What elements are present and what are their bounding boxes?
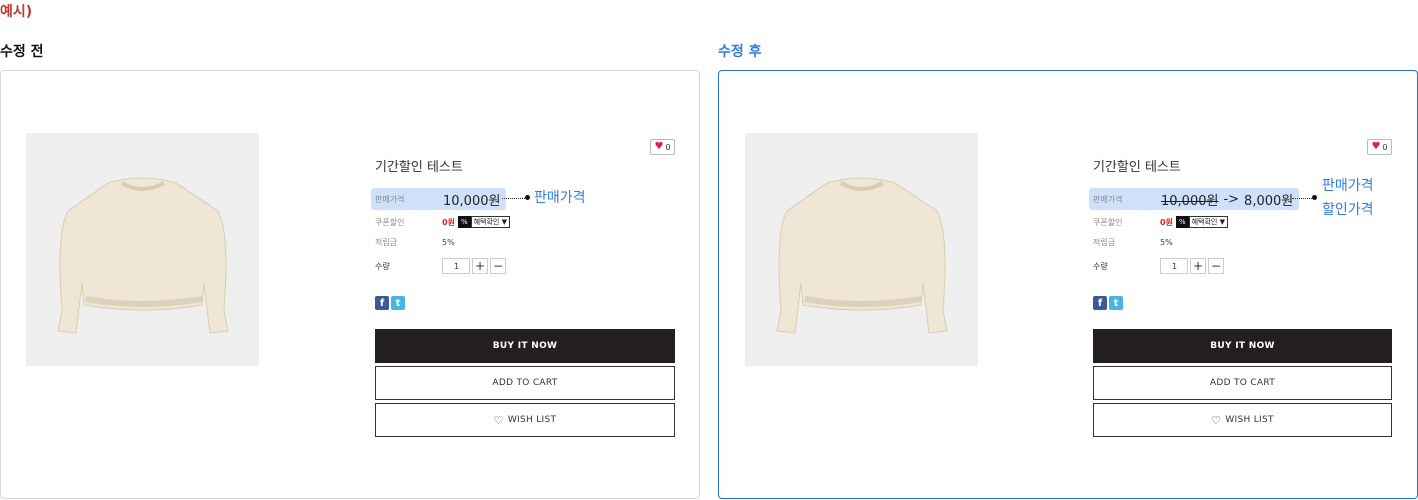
price-value: 10,000원 [443, 193, 501, 209]
wish-list-button[interactable]: ♡ WISH LIST [375, 403, 675, 437]
coupon-label: 쿠폰할인 [1093, 217, 1123, 227]
product-name: 기간할인 테스트 [375, 160, 463, 175]
coupon-percent-badge: % [457, 216, 471, 228]
price-original: 10,000원 [1161, 193, 1219, 209]
heart-icon: ♥ [1371, 141, 1381, 152]
quantity-plus-button[interactable]: + [472, 258, 488, 274]
section-title-before: 수정 전 [0, 44, 44, 60]
quantity-row: 수량 1 + − [375, 258, 506, 274]
quantity-input[interactable]: 1 [442, 258, 470, 274]
coupon-row: 쿠폰할인 0원 % 혜택확인 ▼ [375, 215, 510, 229]
like-button[interactable]: ♥ 0 [1367, 139, 1392, 155]
quantity-plus-button[interactable]: + [1190, 258, 1206, 274]
price-row: 판매가격 10,000원 [371, 188, 507, 210]
coupon-percent-badge: % [1175, 216, 1189, 228]
social-share: f t [1093, 296, 1123, 310]
callout-price: 판매가격 할인가격 [1322, 174, 1374, 222]
coupon-benefit-select[interactable]: 혜택확인 ▼ [1188, 216, 1228, 228]
price-label: 판매가격 [375, 194, 405, 204]
facebook-icon[interactable]: f [375, 296, 389, 310]
callout-line-price: 판매가격 [1322, 178, 1374, 194]
price-label: 판매가격 [1093, 194, 1123, 204]
callout-price: 판매가격 [534, 190, 586, 206]
product-name: 기간할인 테스트 [1093, 160, 1181, 175]
add-to-cart-button[interactable]: ADD TO CART [1093, 366, 1392, 400]
heart-icon: ♥ [654, 141, 664, 152]
price-row: 판매가격 10,000원 -> 8,000원 [1089, 188, 1300, 210]
wish-list-label: WISH LIST [507, 415, 557, 425]
wish-list-button[interactable]: ♡ WISH LIST [1093, 403, 1392, 437]
buy-now-button[interactable]: BUY IT NOW [375, 329, 675, 363]
coupon-value: 0원 [442, 217, 455, 227]
quantity-row: 수량 1 + − [1093, 258, 1224, 274]
like-count: 0 [665, 142, 671, 152]
points-value: 5% [1160, 237, 1173, 247]
points-row: 적립금 5% [1093, 236, 1173, 248]
coupon-value: 0원 [1160, 217, 1173, 227]
example-label: 예시) [0, 4, 33, 20]
panel-after: ♥ 0 기간할인 테스트 판매가격 10,000원 -> 8,000원 판매가격… [718, 70, 1418, 499]
wish-list-label: WISH LIST [1225, 415, 1274, 425]
like-button[interactable]: ♥ 0 [650, 139, 675, 155]
sweater-image [26, 133, 259, 366]
quantity-label: 수량 [375, 261, 390, 271]
panel-before: ♥ 0 기간할인 테스트 판매가격 10,000원 판매가격 쿠폰할인 0원 %… [0, 70, 700, 499]
section-title-after: 수정 후 [718, 44, 762, 60]
coupon-label: 쿠폰할인 [375, 217, 405, 227]
social-share: f t [375, 296, 405, 310]
points-value: 5% [442, 237, 455, 247]
twitter-icon[interactable]: t [391, 296, 405, 310]
points-row: 적립금 5% [375, 236, 455, 248]
callout-connector [502, 195, 530, 200]
buy-now-button[interactable]: BUY IT NOW [1093, 329, 1392, 363]
coupon-row: 쿠폰할인 0원 % 혜택확인 ▼ [1093, 215, 1228, 229]
coupon-benefit-select[interactable]: 혜택확인 ▼ [470, 216, 510, 228]
sweater-image [745, 133, 978, 366]
heart-outline-icon: ♡ [1211, 413, 1222, 427]
price-arrow: -> [1223, 191, 1240, 207]
facebook-icon[interactable]: f [1093, 296, 1107, 310]
quantity-minus-button[interactable]: − [1208, 258, 1224, 274]
like-count: 0 [1382, 142, 1388, 152]
twitter-icon[interactable]: t [1109, 296, 1123, 310]
product-image [745, 133, 978, 366]
heart-outline-icon: ♡ [493, 413, 504, 427]
points-label: 적립금 [1093, 237, 1116, 247]
callout-line-discount: 할인가격 [1322, 202, 1374, 218]
quantity-minus-button[interactable]: − [490, 258, 506, 274]
callout-connector [1292, 195, 1317, 200]
quantity-input[interactable]: 1 [1160, 258, 1188, 274]
points-label: 적립금 [375, 237, 398, 247]
add-to-cart-button[interactable]: ADD TO CART [375, 366, 675, 400]
product-image [26, 133, 259, 366]
quantity-label: 수량 [1093, 261, 1108, 271]
price-discounted: 8,000원 [1244, 193, 1294, 209]
